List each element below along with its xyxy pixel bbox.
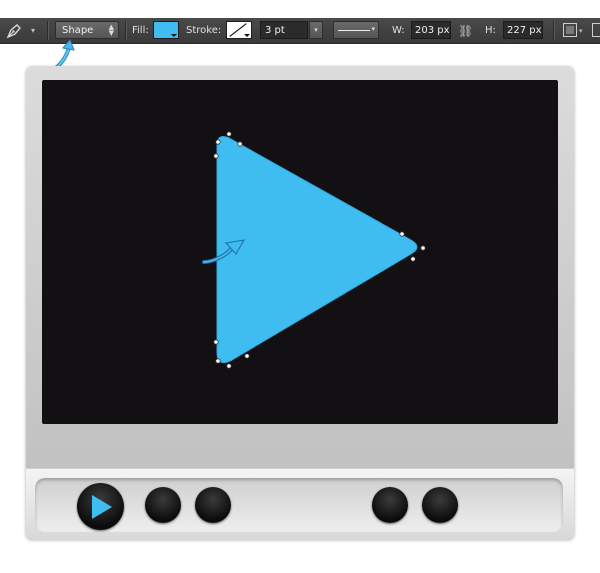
- canvas-overlay: [202, 131, 426, 369]
- triangle-shape[interactable]: [216, 136, 418, 364]
